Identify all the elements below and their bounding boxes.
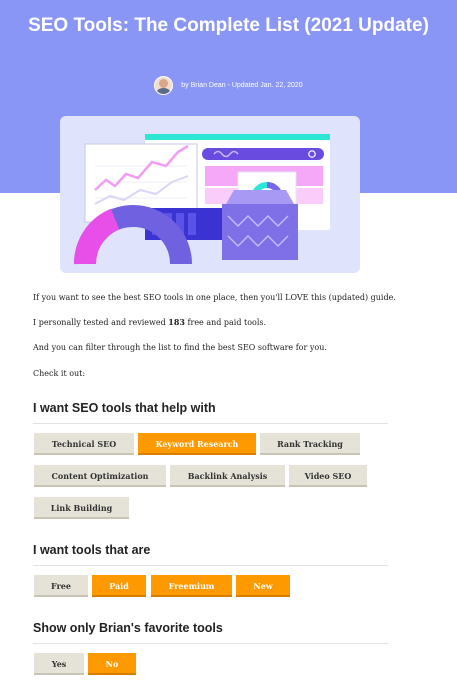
intro-paragraph-2: I personally tested and reviewed 183 fre… bbox=[33, 317, 266, 328]
filter-video-seo[interactable]: Video SEO bbox=[289, 465, 367, 487]
intro-paragraph-1: If you want to see the best SEO tools in… bbox=[33, 293, 396, 302]
filter-content-optimization[interactable]: Content Optimization bbox=[34, 465, 166, 487]
author-avatar bbox=[154, 75, 174, 95]
filter-rank-tracking[interactable]: Rank Tracking bbox=[260, 433, 360, 455]
intro-paragraph-3: And you can filter through the list to f… bbox=[33, 343, 327, 352]
favorites-heading: Show only Brian's favorite tools bbox=[33, 621, 388, 644]
favorites-yes[interactable]: Yes bbox=[34, 653, 84, 675]
filter-free[interactable]: Free bbox=[34, 575, 88, 597]
pricing-heading: I want tools that are bbox=[33, 543, 388, 566]
byline: by Brian Dean - Updated Jan. 22, 2020 bbox=[0, 74, 457, 96]
filter-keyword-research[interactable]: Keyword Research bbox=[138, 433, 256, 455]
filter-link-building[interactable]: Link Building bbox=[34, 497, 129, 519]
filter-paid[interactable]: Paid bbox=[92, 575, 146, 597]
page-title: SEO Tools: The Complete List (2021 Updat… bbox=[28, 15, 429, 36]
filter-technical-seo[interactable]: Technical SEO bbox=[34, 433, 134, 455]
filter-freemium[interactable]: Freemium bbox=[151, 575, 232, 597]
filter-backlink-analysis[interactable]: Backlink Analysis bbox=[170, 465, 285, 487]
tool-count: 183 bbox=[168, 317, 185, 327]
byline-text: by Brian Dean - Updated Jan. 22, 2020 bbox=[181, 81, 303, 89]
intro-p2-before: I personally tested and reviewed bbox=[33, 318, 169, 327]
help-with-heading: I want SEO tools that help with bbox=[33, 401, 388, 424]
intro-paragraph-4: Check it out: bbox=[33, 369, 86, 378]
favorites-no[interactable]: No bbox=[88, 653, 136, 675]
intro-p2-after: free and paid tools. bbox=[184, 318, 267, 327]
hero-illustration bbox=[60, 116, 360, 273]
filter-new[interactable]: New bbox=[236, 575, 290, 597]
seo-dashboard-illustration bbox=[73, 134, 330, 265]
